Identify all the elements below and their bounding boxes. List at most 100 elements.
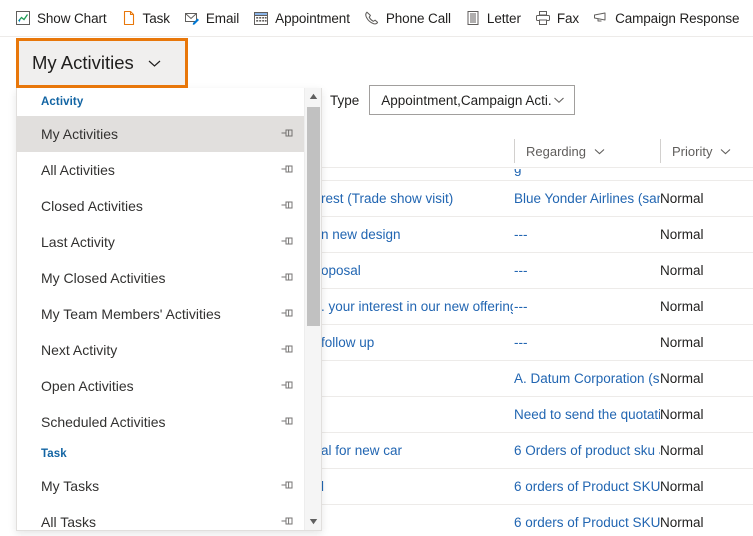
table-row[interactable]: oposal --- Normal	[322, 253, 753, 289]
flyout-scrollbar[interactable]	[304, 88, 321, 530]
grid-header-rule	[322, 167, 753, 168]
cell-regarding: 6 Orders of product sku J	[514, 443, 660, 458]
table-row[interactable]: rest (Trade show visit) Blue Yonder Airl…	[322, 181, 753, 217]
table-row[interactable]: . your interest in our new offerings ---…	[322, 289, 753, 325]
column-header-regarding[interactable]: Regarding	[514, 139, 660, 163]
pin-icon[interactable]	[279, 198, 295, 214]
show-chart-icon	[15, 10, 31, 26]
pin-icon[interactable]	[279, 414, 295, 430]
view-item-label: My Tasks	[41, 478, 100, 494]
scrollbar-thumb[interactable]	[307, 107, 320, 326]
table-row[interactable]: follow up --- Normal	[322, 325, 753, 361]
pin-icon[interactable]	[279, 126, 295, 142]
cell-priority: Normal	[660, 335, 704, 350]
view-group-heading-activity: Activity	[41, 96, 84, 108]
cell-priority: Normal	[660, 515, 704, 530]
cell-subject: . your interest in our new offerings	[322, 299, 513, 314]
view-item-label: My Activities	[41, 126, 119, 142]
column-header-priority[interactable]: Priority	[660, 139, 732, 163]
pin-icon[interactable]	[279, 478, 295, 494]
table-row-partial[interactable]: g	[322, 169, 753, 181]
cell-priority: Normal	[660, 263, 704, 278]
cell-subject: follow up	[322, 335, 375, 350]
pin-icon[interactable]	[279, 306, 295, 322]
chevron-down-icon	[593, 145, 606, 158]
cell-regarding: ---	[514, 227, 528, 242]
view-item-my-closed-activities[interactable]: My Closed Activities	[17, 260, 305, 296]
table-row[interactable]: n new design --- Normal	[322, 217, 753, 253]
phone-call-icon	[364, 10, 380, 26]
command-bar-divider	[0, 36, 753, 37]
cell-regarding: ---	[514, 335, 528, 350]
table-row[interactable]: l 6 orders of Product SKU . Normal	[322, 469, 753, 505]
view-item-label: Open Activities	[41, 378, 134, 394]
cell-priority: Normal	[660, 227, 704, 242]
cell-priority: Normal	[660, 191, 704, 206]
view-item-label: Scheduled Activities	[41, 414, 166, 430]
task-icon	[121, 10, 137, 26]
view-item-label: My Team Members' Activities	[41, 306, 221, 322]
scroll-down-button[interactable]	[305, 513, 321, 530]
email-icon	[184, 10, 200, 26]
cell-priority: Normal	[660, 299, 704, 314]
view-item-next-activity[interactable]: Next Activity	[17, 332, 305, 368]
cell-regarding: ---	[514, 263, 528, 278]
command-fax[interactable]: Fax	[528, 3, 586, 33]
scroll-up-button[interactable]	[305, 88, 321, 105]
cell-regarding: 6 orders of Product SKU .	[514, 479, 660, 494]
view-item-label: All Tasks	[41, 514, 96, 530]
chevron-down-icon	[719, 145, 732, 158]
command-label: Phone Call	[385, 10, 451, 26]
cell-regarding: 6 orders of Product SKU .	[514, 515, 660, 530]
view-item-my-activities[interactable]: My Activities	[17, 116, 305, 152]
type-filter-value: Appointment,Campaign Acti...	[381, 92, 553, 108]
chevron-down-icon	[552, 93, 566, 107]
view-selector-button[interactable]: My Activities	[16, 38, 188, 88]
view-item-label: My Closed Activities	[41, 270, 166, 286]
cell-priority: Normal	[660, 443, 704, 458]
table-row[interactable]: 6 orders of Product SKU . Normal	[322, 505, 753, 536]
pin-icon[interactable]	[279, 342, 295, 358]
table-row[interactable]: A. Datum Corporation (sa Normal	[322, 361, 753, 397]
command-show-chart[interactable]: Show Chart	[8, 3, 114, 33]
command-label: Email	[205, 10, 240, 26]
command-email[interactable]: Email	[177, 3, 246, 33]
command-label: Appointment	[275, 10, 350, 26]
column-header-label: Priority	[672, 143, 713, 159]
view-item-label: Next Activity	[41, 342, 118, 358]
column-header-label: Regarding	[526, 143, 586, 159]
pin-icon[interactable]	[279, 162, 295, 178]
view-item-all-activities[interactable]: All Activities	[17, 152, 305, 188]
cell-regarding: ---	[514, 299, 528, 314]
pin-icon[interactable]	[279, 234, 295, 250]
table-row[interactable]: al for new car 6 Orders of product sku J…	[322, 433, 753, 469]
type-filter-dropdown[interactable]: Appointment,Campaign Acti...	[369, 85, 576, 115]
campaign-response-icon	[593, 10, 609, 26]
view-item-my-tasks[interactable]: My Tasks	[17, 468, 305, 504]
view-item-closed-activities[interactable]: Closed Activities	[17, 188, 305, 224]
partial-row-text: g	[514, 169, 522, 176]
view-item-my-team-members-activities[interactable]: My Team Members' Activities	[17, 296, 305, 332]
command-appointment[interactable]: Appointment	[246, 3, 357, 33]
pin-icon[interactable]	[279, 514, 295, 530]
cell-subject: rest (Trade show visit)	[322, 191, 454, 206]
command-campaign-response[interactable]: Campaign Response	[586, 3, 746, 33]
pin-icon[interactable]	[279, 378, 295, 394]
table-row[interactable]: Need to send the quotati Normal	[322, 397, 753, 433]
cell-regarding: Blue Yonder Airlines (sam	[514, 191, 660, 206]
view-item-all-tasks[interactable]: All Tasks	[17, 504, 305, 530]
view-item-last-activity[interactable]: Last Activity	[17, 224, 305, 260]
view-item-label: All Activities	[41, 162, 115, 178]
chevron-down-icon	[146, 55, 163, 72]
command-task[interactable]: Task	[114, 3, 177, 33]
command-label: Fax	[556, 10, 580, 26]
view-item-open-activities[interactable]: Open Activities	[17, 368, 305, 404]
fax-icon	[535, 10, 551, 26]
command-letter[interactable]: Letter	[458, 3, 528, 33]
view-item-scheduled-activities[interactable]: Scheduled Activities	[17, 404, 305, 440]
command-phone-call[interactable]: Phone Call	[357, 3, 458, 33]
cell-subject: al for new car	[322, 443, 403, 458]
pin-icon[interactable]	[279, 270, 295, 286]
view-item-label: Closed Activities	[41, 198, 143, 214]
command-label: Task	[142, 10, 170, 26]
